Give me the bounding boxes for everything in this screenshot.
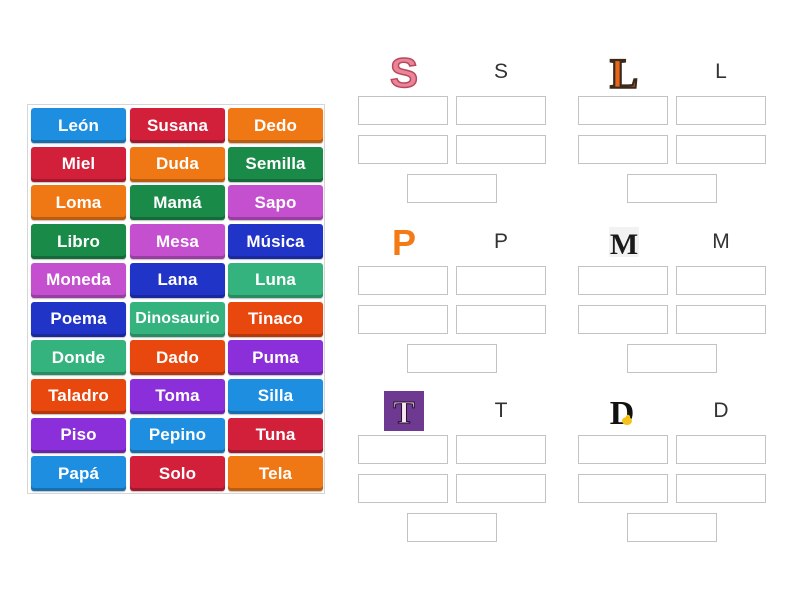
word-tile[interactable]: Tuna — [228, 417, 323, 453]
drop-slot[interactable] — [358, 305, 448, 334]
drop-slot[interactable] — [676, 266, 766, 295]
letter-t-icon: T — [384, 391, 424, 431]
word-bank: León Susana Dedo Miel Duda Semilla Loma Mamá Sap… — [27, 104, 325, 494]
word-tile[interactable]: Moneda — [31, 262, 126, 298]
word-tile[interactable]: Tela — [228, 456, 323, 492]
drop-slot[interactable] — [676, 305, 766, 334]
drop-slot[interactable] — [456, 135, 546, 164]
svg-text:S: S — [390, 51, 418, 93]
word-tile[interactable]: Dinosaurio — [130, 301, 225, 337]
word-tile[interactable]: Lana — [130, 262, 225, 298]
word-tile[interactable]: Semilla — [228, 146, 323, 182]
drop-slot[interactable] — [358, 474, 448, 503]
drop-slot[interactable] — [456, 266, 546, 295]
drop-slot[interactable] — [407, 174, 497, 203]
group-letter-label: P — [493, 230, 508, 253]
word-tile[interactable]: Mesa — [130, 224, 225, 260]
drop-slot[interactable] — [358, 266, 448, 295]
word-tile[interactable]: Loma — [31, 185, 126, 221]
word-tile[interactable]: Papá — [31, 456, 126, 492]
word-tile[interactable]: Piso — [31, 417, 126, 453]
word-tile[interactable]: Tinaco — [228, 301, 323, 337]
word-tile[interactable]: Toma — [130, 378, 225, 414]
drop-slot[interactable] — [627, 174, 717, 203]
drop-slot[interactable] — [578, 266, 668, 295]
group-letter-label: M — [712, 230, 730, 253]
word-tile[interactable]: Puma — [228, 340, 323, 376]
drop-slot[interactable] — [676, 96, 766, 125]
drop-slot[interactable] — [358, 96, 448, 125]
svg-text:D: D — [610, 395, 635, 431]
drop-slot[interactable] — [456, 96, 546, 125]
letter-s-icon: S — [384, 51, 424, 93]
group-p: PP — [358, 222, 546, 373]
svg-text:L: L — [610, 52, 638, 93]
word-tile[interactable]: Libro — [31, 224, 126, 260]
letter-m-icon: M — [604, 222, 644, 262]
drop-slot[interactable] — [407, 513, 497, 542]
drop-slot[interactable] — [676, 135, 766, 164]
group-s: SS — [358, 51, 546, 203]
drop-slot[interactable] — [358, 135, 448, 164]
word-tile[interactable]: Susana — [130, 108, 225, 143]
group-l: LL — [578, 51, 766, 203]
drop-slot[interactable] — [676, 435, 766, 464]
group-letter-label: S — [493, 60, 508, 83]
drop-slot[interactable] — [578, 96, 668, 125]
word-tile[interactable]: Música — [228, 224, 323, 260]
word-tile[interactable]: Silla — [228, 378, 323, 414]
word-tile[interactable]: Taladro — [31, 378, 126, 414]
drop-slot[interactable] — [407, 344, 497, 373]
drop-slot[interactable] — [578, 305, 668, 334]
drop-slot[interactable] — [676, 474, 766, 503]
drop-slot[interactable] — [578, 135, 668, 164]
word-tile[interactable]: Donde — [31, 340, 126, 376]
group-letter-label: L — [715, 60, 727, 83]
word-tile[interactable]: Pepino — [130, 417, 225, 453]
drop-slot[interactable] — [627, 344, 717, 373]
word-tile[interactable]: Sapo — [228, 185, 323, 221]
word-tile[interactable]: Luna — [228, 262, 323, 298]
word-tile[interactable]: Mamá — [130, 185, 225, 221]
drop-slot[interactable] — [578, 435, 668, 464]
word-tile[interactable]: Solo — [130, 456, 225, 492]
word-tile[interactable]: León — [31, 108, 126, 143]
drop-slot[interactable] — [456, 474, 546, 503]
letter-p-icon: P — [384, 222, 424, 262]
group-t: TT — [358, 391, 546, 542]
word-tile[interactable]: Poema — [31, 301, 126, 337]
group-letter-label: D — [713, 399, 729, 422]
group-letter-label: T — [494, 399, 508, 422]
word-tile[interactable]: Miel — [31, 146, 126, 182]
drop-slot[interactable] — [456, 305, 546, 334]
svg-text:P: P — [392, 222, 416, 262]
word-tile[interactable]: Dedo — [228, 108, 323, 143]
group-m: MM — [578, 222, 766, 373]
letter-l-icon: L — [604, 51, 644, 93]
svg-text:M: M — [610, 228, 638, 260]
group-d: DD — [578, 391, 766, 542]
drop-slot[interactable] — [627, 513, 717, 542]
drop-slot[interactable] — [358, 435, 448, 464]
word-tile[interactable]: Dado — [130, 340, 225, 376]
svg-text:T: T — [393, 394, 414, 430]
drop-slot[interactable] — [578, 474, 668, 503]
word-tile[interactable]: Duda — [130, 146, 225, 182]
drop-slot[interactable] — [456, 435, 546, 464]
letter-d-icon: D — [604, 391, 644, 431]
